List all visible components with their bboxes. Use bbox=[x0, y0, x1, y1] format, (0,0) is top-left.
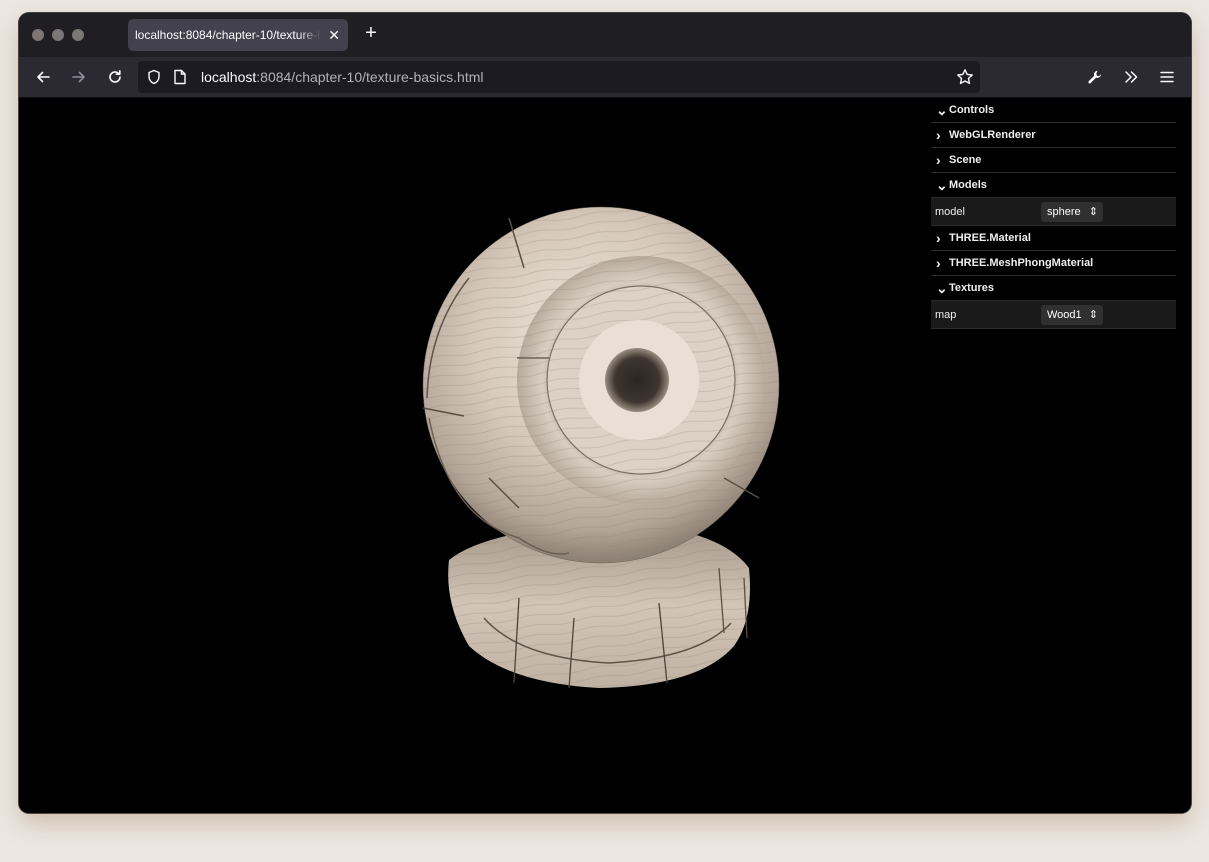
gui-folder-controls[interactable]: ⌄ Controls bbox=[931, 98, 1176, 123]
gui-folder-label: Controls bbox=[949, 104, 995, 116]
dat-gui-panel: ⌄ Controls › WebGLRenderer › Scene ⌄ Mod… bbox=[931, 98, 1176, 329]
zoom-window-button[interactable] bbox=[72, 29, 84, 41]
chevron-right-icon: › bbox=[936, 127, 941, 143]
url-bar[interactable]: localhost:8084/chapter-10/texture-basics… bbox=[138, 61, 980, 93]
chevron-right-icon: › bbox=[936, 152, 941, 168]
browser-tab[interactable]: localhost:8084/chapter-10/texture-basics… bbox=[128, 19, 348, 51]
chevron-right-icon: › bbox=[936, 230, 941, 246]
url-host: localhost bbox=[201, 69, 257, 85]
tab-title: localhost:8084/chapter-10/texture-basics… bbox=[135, 28, 321, 42]
wrench-icon[interactable] bbox=[1083, 65, 1107, 89]
gui-folder-label: Scene bbox=[949, 154, 982, 166]
gui-folder-label: THREE.Material bbox=[949, 232, 1031, 244]
map-select-value: Wood1 bbox=[1047, 309, 1082, 321]
model-label: model bbox=[935, 206, 965, 218]
shield-icon[interactable] bbox=[142, 65, 166, 89]
back-arrow-icon[interactable] bbox=[31, 65, 55, 89]
url-path: :8084/chapter-10/texture-basics.html bbox=[256, 69, 484, 85]
gui-folder-label: WebGLRenderer bbox=[949, 129, 1036, 141]
gui-folder-label: Textures bbox=[949, 282, 995, 294]
url-text[interactable]: localhost:8084/chapter-10/texture-basics… bbox=[201, 61, 484, 93]
new-tab-button[interactable]: + bbox=[360, 22, 382, 44]
select-arrows-icon: ⇕ bbox=[1088, 309, 1098, 321]
tab-bar: localhost:8084/chapter-10/texture-basics… bbox=[19, 13, 1191, 57]
double-chevron-icon[interactable] bbox=[1119, 65, 1143, 89]
select-arrows-icon: ⇕ bbox=[1088, 206, 1098, 218]
hamburger-menu-icon[interactable] bbox=[1155, 65, 1179, 89]
gui-folder-webglrenderer[interactable]: › WebGLRenderer bbox=[931, 123, 1176, 148]
close-window-button[interactable] bbox=[32, 29, 44, 41]
gui-folder-meshphongmaterial[interactable]: › THREE.MeshPhongMaterial bbox=[931, 251, 1176, 276]
gui-folder-models[interactable]: ⌄ Models bbox=[931, 173, 1176, 198]
navigation-toolbar: localhost:8084/chapter-10/texture-basics… bbox=[19, 57, 1191, 98]
map-label: map bbox=[935, 309, 957, 321]
minimize-window-button[interactable] bbox=[52, 29, 64, 41]
model-select[interactable]: sphere ⇕ bbox=[1041, 202, 1103, 222]
gui-row-model: model sphere ⇕ bbox=[931, 198, 1176, 226]
gui-folder-three-material[interactable]: › THREE.Material bbox=[931, 226, 1176, 251]
browser-window: localhost:8084/chapter-10/texture-basics… bbox=[19, 13, 1191, 813]
page-icon[interactable] bbox=[168, 65, 192, 89]
gui-folder-label: THREE.MeshPhongMaterial bbox=[949, 257, 1094, 269]
gui-folder-label: Models bbox=[949, 179, 987, 191]
chevron-right-icon: › bbox=[936, 255, 941, 271]
reload-icon[interactable] bbox=[103, 65, 127, 89]
tab-close-icon[interactable]: ✕ bbox=[328, 19, 340, 51]
gui-folder-textures[interactable]: ⌄ Textures bbox=[931, 276, 1176, 301]
chevron-down-icon: ⌄ bbox=[936, 102, 948, 118]
map-select[interactable]: Wood1 ⇕ bbox=[1041, 305, 1103, 325]
gui-folder-scene[interactable]: › Scene bbox=[931, 148, 1176, 173]
forward-arrow-icon[interactable] bbox=[67, 65, 91, 89]
gui-row-map: map Wood1 ⇕ bbox=[931, 301, 1176, 329]
chevron-down-icon: ⌄ bbox=[936, 280, 948, 296]
webgl-canvas[interactable]: ⌄ Controls › WebGLRenderer › Scene ⌄ Mod… bbox=[19, 98, 1191, 813]
model-select-value: sphere bbox=[1047, 206, 1081, 218]
chevron-down-icon: ⌄ bbox=[936, 177, 948, 193]
star-icon[interactable] bbox=[953, 65, 977, 89]
